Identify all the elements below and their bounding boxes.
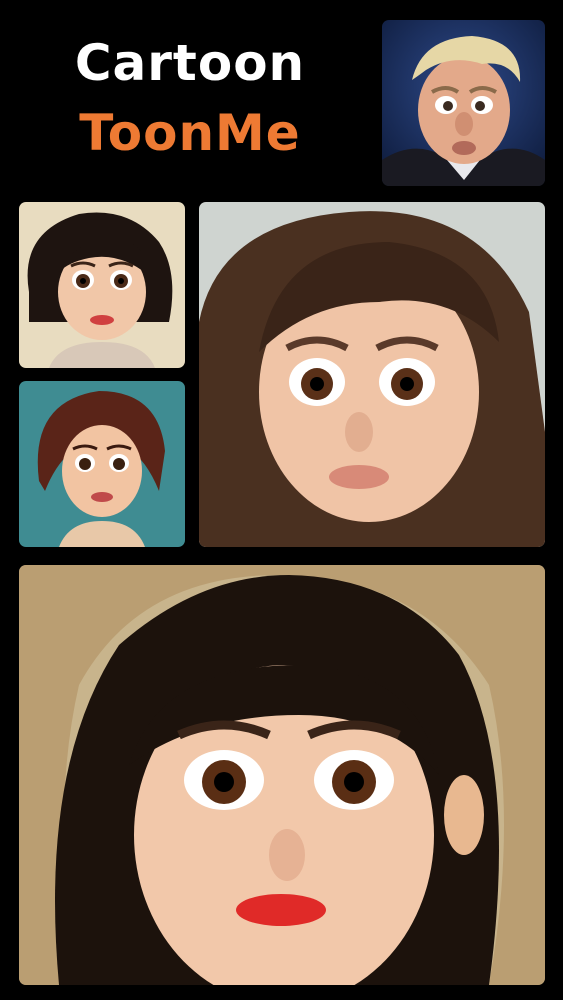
cartoon-woman-hero-portrait [19, 565, 545, 985]
cartoon-woman-teal-background-portrait [19, 381, 185, 547]
cartoon-man-portrait [382, 20, 545, 186]
title-toonme: ToonMe [79, 104, 301, 162]
app-title: Cartoon ToonMe [20, 28, 360, 168]
cartoon-woman-large-portrait [199, 202, 545, 547]
cartoon-woman-short-hair-portrait [19, 202, 185, 368]
title-cartoon: Cartoon [74, 34, 306, 92]
